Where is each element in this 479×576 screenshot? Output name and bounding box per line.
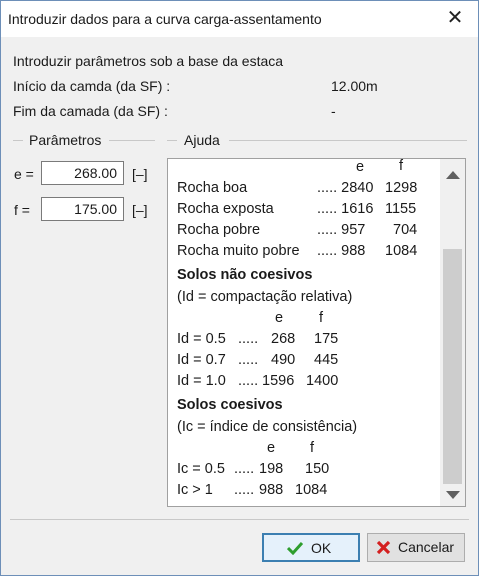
e-label: e = xyxy=(14,166,34,182)
ok-button[interactable]: OK xyxy=(262,533,360,562)
dialog-window: Introduzir dados para a curva carga-asse… xyxy=(0,0,479,576)
cohesionless-row-label: Id = 0.7 xyxy=(177,352,226,368)
cohesive-header-e: e xyxy=(267,440,276,456)
title-bar: Introduzir dados para a curva carga-asse… xyxy=(1,1,478,37)
f-unit: [–] xyxy=(132,202,148,218)
help-row-e: ..... 957 xyxy=(317,222,366,238)
cohesionless-row-label: Id = 1.0 xyxy=(177,373,226,389)
cancel-button[interactable]: Cancelar xyxy=(367,533,465,562)
cohesionless-row-e: 490 xyxy=(271,352,296,368)
params-group-title: Parâmetros xyxy=(29,132,102,148)
cancel-x-icon xyxy=(376,540,391,555)
cohesive-row-e: 988 xyxy=(259,482,284,498)
window-title: Introduzir dados para a curva carga-asse… xyxy=(8,11,322,27)
help-row-f: 704 xyxy=(393,222,418,238)
params-group-line xyxy=(109,140,155,141)
help-row-f: 1084 xyxy=(385,243,418,259)
check-icon xyxy=(287,541,303,555)
cohesive-note: (Ic = índice de consistência) xyxy=(177,419,358,435)
cohesionless-note: (Id = compactação relativa) xyxy=(177,289,353,305)
help-row-e: ..... 2840 xyxy=(317,180,374,196)
cohesive-row-dots: ..... xyxy=(234,482,255,498)
help-row-label: Rocha boa xyxy=(177,180,248,196)
f-label: f = xyxy=(14,202,30,218)
start-depth-value: 12.00m xyxy=(331,78,378,94)
end-depth-value: - xyxy=(331,103,336,119)
start-depth-label: Início da camda (da SF) : xyxy=(13,78,171,94)
f-input[interactable]: 175.00 xyxy=(41,197,124,221)
ok-label: OK xyxy=(311,540,332,556)
help-row-e: ..... 988 xyxy=(317,243,366,259)
help-row-label: Rocha exposta xyxy=(177,201,274,217)
help-header-e: e xyxy=(356,159,365,175)
cohesionless-row-e: 1596 xyxy=(262,373,295,389)
cohesive-row-label: Ic = 0.5 xyxy=(177,461,225,477)
help-header-f: f xyxy=(399,158,404,174)
cancel-label: Cancelar xyxy=(398,539,455,555)
help-row-f: 1298 xyxy=(385,180,418,196)
help-scrollbar[interactable] xyxy=(440,159,465,506)
cohesionless-row-dots: ..... xyxy=(238,352,259,368)
help-row-e: ..... 1616 xyxy=(317,201,374,217)
cohesionless-row-f: 1400 xyxy=(306,373,339,389)
scroll-down-icon[interactable] xyxy=(446,491,460,499)
params-group-line xyxy=(13,140,23,141)
help-row-label: Rocha pobre xyxy=(177,222,261,238)
help-group-line xyxy=(167,140,177,141)
cohesive-header-f: f xyxy=(310,440,315,456)
help-row-f: 1155 xyxy=(385,201,417,217)
cohesive-row-f: 150 xyxy=(305,461,330,477)
cohesive-title: Solos coesivos xyxy=(177,397,283,413)
e-input[interactable]: 268.00 xyxy=(41,161,124,185)
help-row-label: Rocha muito pobre xyxy=(177,243,300,259)
cohesionless-row-e: 268 xyxy=(271,331,296,347)
scroll-thumb[interactable] xyxy=(443,249,462,484)
info-heading: Introduzir parâmetros sob a base da esta… xyxy=(13,53,284,69)
help-group-line xyxy=(229,140,467,141)
cohesionless-header-f: f xyxy=(319,310,324,326)
cohesionless-row-f: 445 xyxy=(314,352,339,368)
close-icon[interactable]: ✕ xyxy=(444,7,466,29)
scroll-up-icon[interactable] xyxy=(446,171,460,179)
help-group-title: Ajuda xyxy=(184,132,220,148)
cohesionless-header-e: e xyxy=(275,310,284,326)
cohesionless-row-label: Id = 0.5 xyxy=(177,331,226,347)
cohesive-row-e: 198 xyxy=(259,461,284,477)
cohesionless-row-dots: ..... xyxy=(238,331,259,347)
e-unit: [–] xyxy=(132,166,148,182)
end-depth-label: Fim da camada (da SF) : xyxy=(13,103,168,119)
cohesive-row-f: 1084 xyxy=(295,482,328,498)
help-text-box[interactable]: e f Rocha boa ..... 2840 1298 Rocha expo… xyxy=(167,158,466,507)
cohesionless-row-f: 175 xyxy=(314,331,339,347)
cohesionless-row-dots: ..... xyxy=(238,373,259,389)
cohesive-row-label: Ic > 1 xyxy=(177,482,213,498)
cohesive-row-dots: ..... xyxy=(234,461,255,477)
cohesionless-title: Solos não coesivos xyxy=(177,267,313,283)
button-separator xyxy=(10,519,469,520)
